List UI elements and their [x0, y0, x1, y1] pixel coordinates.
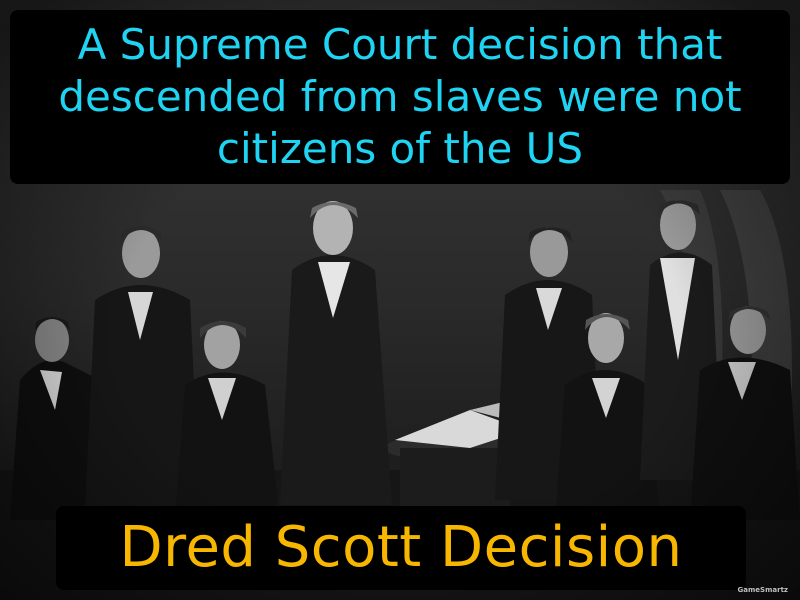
- term-box: Dred Scott Decision: [56, 506, 746, 590]
- slide: A Supreme Court decision that descended …: [0, 0, 800, 600]
- definition-text: A Supreme Court decision that descended …: [58, 20, 742, 173]
- definition-box: A Supreme Court decision that descended …: [10, 10, 790, 184]
- watermark-logo: GameSmartz: [737, 586, 788, 594]
- term-title: Dred Scott Decision: [119, 515, 683, 580]
